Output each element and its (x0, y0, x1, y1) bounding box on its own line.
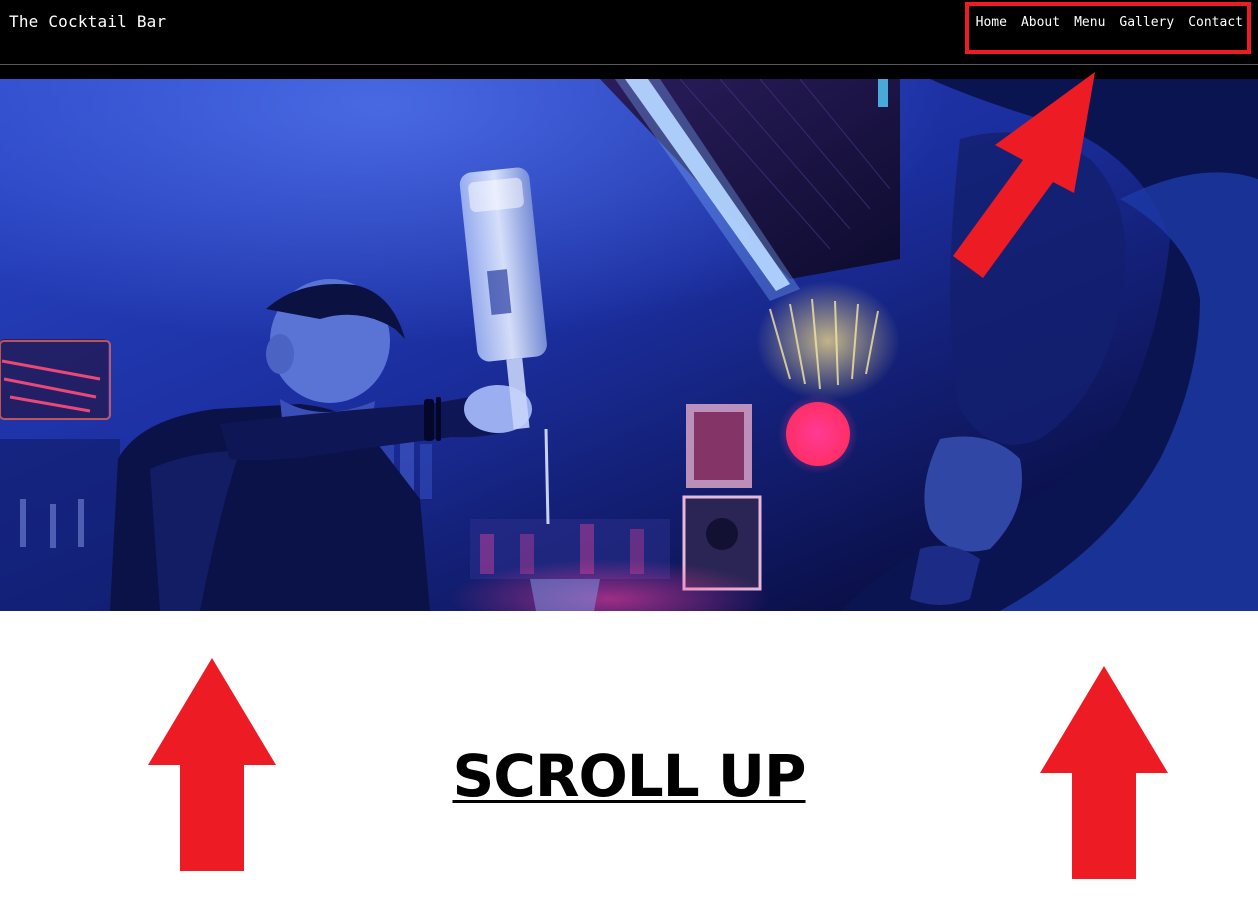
site-title-link[interactable]: The Cocktail Bar (9, 12, 166, 31)
diagonal-arrow-icon (953, 72, 1095, 278)
scroll-up-label: SCROLL UP (452, 742, 806, 810)
nav-highlight-box (965, 2, 1251, 54)
top-navbar: The Cocktail Bar Home About Menu Gallery… (0, 0, 1258, 65)
page: The Cocktail Bar Home About Menu Gallery… (0, 0, 1258, 914)
